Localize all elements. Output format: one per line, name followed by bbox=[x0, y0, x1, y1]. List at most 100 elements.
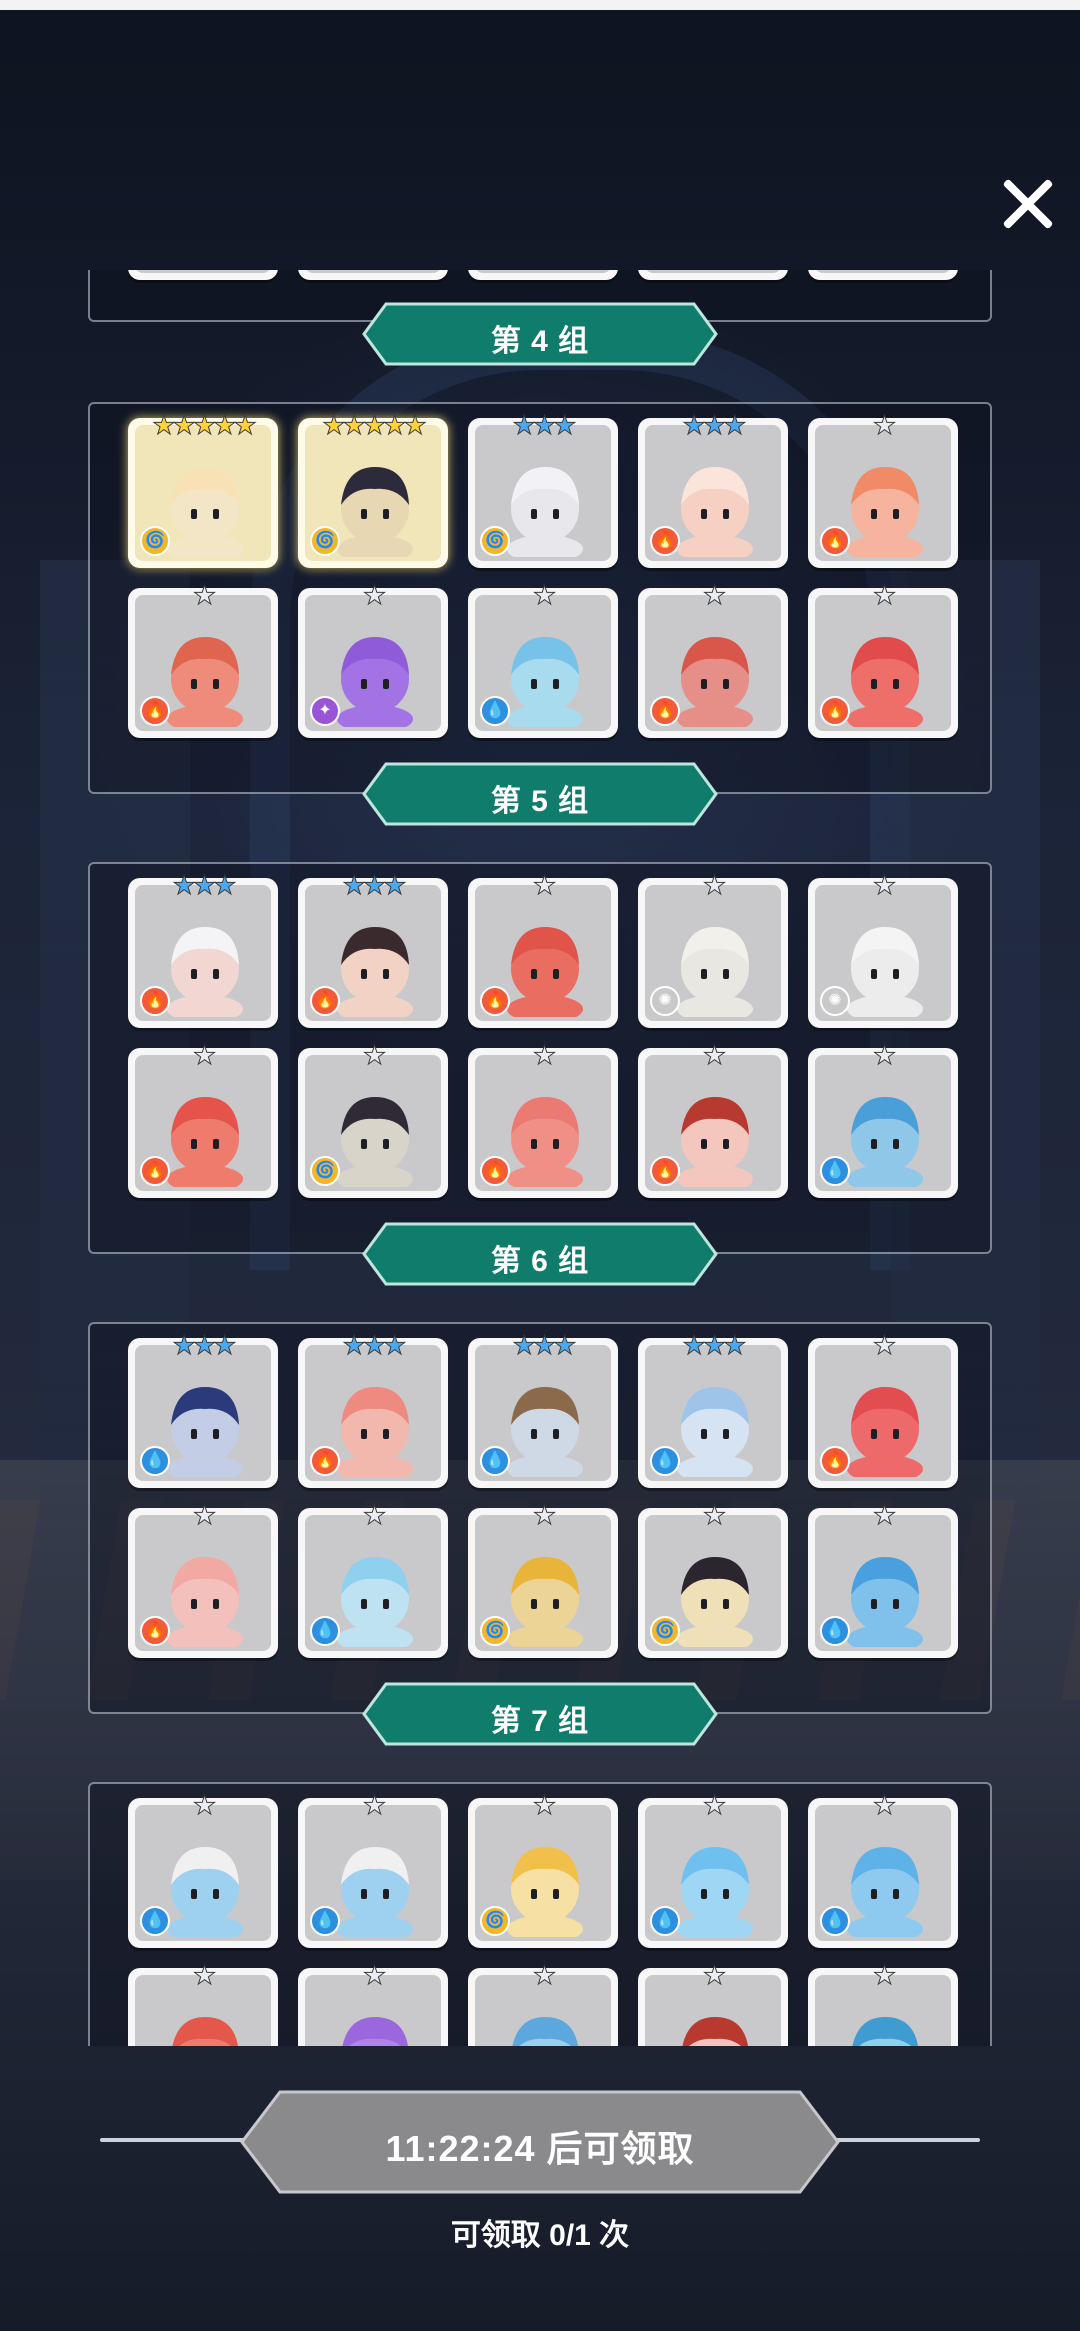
hero-portrait-icon bbox=[507, 1557, 583, 1647]
hero-slot[interactable]: ★✦ bbox=[298, 580, 448, 738]
hero-slot[interactable]: ★ ✺ bbox=[638, 870, 788, 1028]
hero-slot[interactable]: ★💧 bbox=[298, 1500, 448, 1658]
star-rating-icon: ★ bbox=[532, 1960, 556, 1991]
hero-slot[interactable]: ★ ✺ bbox=[808, 870, 958, 1028]
group-banner: 第 6 组 bbox=[362, 1222, 718, 1286]
hero-slot[interactable]: ★★★★★ 🌀 bbox=[128, 410, 278, 568]
star-rating-icon: ★ bbox=[872, 1960, 896, 1991]
hero-slot[interactable]: ★ 🌀 bbox=[468, 1500, 618, 1658]
hero-portrait-icon bbox=[337, 1557, 413, 1647]
hero-slot[interactable]: ★ 🌀 bbox=[298, 1040, 448, 1198]
group-list[interactable]: 第 4 组 ★★★★★ 🌀 ★★★★★ 🌀 ★★★ 🌀 ★★★ 🔥 ★ 🔥 ★ 🔥 ★ ✦ ★ 💧 ★ 🔥 ★ 🔥 第 5… bbox=[0, 270, 1080, 2046]
hero-slot[interactable]: ★★★ 💧 bbox=[468, 1330, 618, 1488]
hero-portrait-icon bbox=[337, 467, 413, 557]
hero-slot[interactable]: ★🔥 bbox=[128, 580, 278, 738]
hero-slot[interactable] bbox=[298, 270, 448, 280]
star-rating-icon: ★ bbox=[532, 870, 556, 901]
hero-slot[interactable]: ★ 🌀 bbox=[638, 1500, 788, 1658]
hero-slot[interactable]: ★💧 bbox=[468, 1960, 618, 2046]
group-panel: ★★★★★ 🌀 ★★★★★ 🌀 ★★★ 🌀 ★★★ 🔥 ★ 🔥 ★ 🔥 ★ ✦ ★ 💧 ★ 🔥 ★ 🔥 bbox=[88, 402, 992, 794]
hero-portrait-icon bbox=[847, 1387, 923, 1477]
water-element-icon: 💧 bbox=[140, 1906, 170, 1936]
hero-portrait-icon bbox=[682, 2017, 749, 2046]
hero-portrait-icon bbox=[677, 927, 753, 1017]
hero-slot[interactable]: ★🔥 bbox=[128, 1960, 278, 2046]
hero-slot[interactable]: ★🔥 bbox=[128, 1040, 278, 1198]
hero-slot[interactable] bbox=[638, 270, 788, 280]
hero-slot[interactable]: ★💧 bbox=[808, 1960, 958, 2046]
star-rating-icon: ★ bbox=[532, 1500, 556, 1531]
claim-button[interactable]: 11:22:24 后可领取 bbox=[240, 2090, 840, 2194]
hero-slot[interactable]: ★🔥 bbox=[638, 580, 788, 738]
hero-portrait-icon bbox=[507, 1387, 583, 1477]
hero-slot[interactable] bbox=[128, 270, 278, 280]
hero-portrait-icon bbox=[167, 1097, 243, 1187]
water-element-icon: 💧 bbox=[820, 1156, 850, 1186]
hero-slot[interactable]: ★💧 bbox=[298, 1790, 448, 1948]
hero-slot[interactable]: ★🔥 bbox=[808, 580, 958, 738]
fire-element-icon: 🔥 bbox=[650, 526, 680, 556]
hero-slot[interactable] bbox=[468, 270, 618, 280]
dark-element-icon: ✦ bbox=[310, 696, 340, 726]
group-banner: 第 5 组 bbox=[362, 762, 718, 826]
hero-slot[interactable]: ★★★ 🔥 bbox=[298, 870, 448, 1028]
hero-slot[interactable]: ★★★ 💧 bbox=[128, 1330, 278, 1488]
fire-element-icon: 🔥 bbox=[140, 1616, 170, 1646]
water-element-icon: 💧 bbox=[650, 1446, 680, 1476]
group-banner-label: 第 5 组 bbox=[490, 785, 590, 818]
star-rating-icon: ★ bbox=[702, 1040, 726, 1071]
wind-element-icon: 🌀 bbox=[480, 1906, 510, 1936]
hero-slot[interactable]: ★ 🌀 bbox=[468, 1790, 618, 1948]
hero-portrait-icon bbox=[507, 637, 583, 727]
hero-slot[interactable]: ★★★ 💧 bbox=[638, 1330, 788, 1488]
hero-slot[interactable]: ★💧 bbox=[808, 1040, 958, 1198]
star-rating-icon: ★ bbox=[192, 1960, 216, 1991]
light-element-icon: ✺ bbox=[820, 986, 850, 1016]
hero-slot[interactable]: ★★★ 🔥 bbox=[638, 410, 788, 568]
hero-slot[interactable]: ★🔥 bbox=[638, 1960, 788, 2046]
claim-count-text: 可领取 0/1 次 bbox=[450, 2219, 630, 2252]
hero-slot[interactable]: ★🔥 bbox=[468, 870, 618, 1028]
hero-slot[interactable]: ★★★ 🌀 bbox=[468, 410, 618, 568]
water-element-icon: 💧 bbox=[820, 1906, 850, 1936]
light-element-icon: ✺ bbox=[650, 986, 680, 1016]
hero-slot[interactable]: ★💧 bbox=[808, 1500, 958, 1658]
hero-portrait-icon bbox=[512, 2017, 579, 2046]
hero-portrait-icon bbox=[337, 1097, 413, 1187]
hero-slot[interactable]: ★★★ 🔥 bbox=[128, 870, 278, 1028]
group-banner-label: 第 7 组 bbox=[490, 1705, 590, 1738]
hero-slot[interactable]: ★🔥 bbox=[128, 1500, 278, 1658]
hero-slot[interactable]: ★💧 bbox=[638, 1790, 788, 1948]
star-rating-icon: ★ bbox=[362, 1790, 386, 1821]
hero-slot[interactable]: ★★★★★ 🌀 bbox=[298, 410, 448, 568]
hero-slot[interactable]: ★✦ bbox=[298, 1960, 448, 2046]
close-icon[interactable] bbox=[1000, 176, 1056, 232]
star-rating-icon: ★★★ bbox=[512, 1330, 577, 1361]
hero-slot[interactable] bbox=[808, 270, 958, 280]
hero-portrait-icon bbox=[677, 1557, 753, 1647]
hero-slot[interactable]: ★💧 bbox=[128, 1790, 278, 1948]
fire-element-icon: 🔥 bbox=[820, 696, 850, 726]
star-rating-icon: ★ bbox=[362, 1500, 386, 1531]
hero-slot[interactable]: ★💧 bbox=[468, 580, 618, 738]
claim-button-label: 11:22:24 后可领取 bbox=[385, 2128, 695, 2169]
hero-slot[interactable]: ★🔥 bbox=[638, 1040, 788, 1198]
hero-portrait-icon bbox=[847, 1097, 923, 1187]
star-rating-icon: ★★★ bbox=[682, 410, 747, 441]
water-element-icon: 💧 bbox=[650, 1906, 680, 1936]
hero-slot[interactable]: ★🔥 bbox=[808, 410, 958, 568]
star-rating-icon: ★ bbox=[872, 1500, 896, 1531]
hero-slot[interactable]: ★💧 bbox=[808, 1790, 958, 1948]
fire-element-icon: 🔥 bbox=[140, 1156, 170, 1186]
hero-slot[interactable]: ★🔥 bbox=[468, 1040, 618, 1198]
star-rating-icon: ★★★ bbox=[172, 1330, 237, 1361]
hero-slot[interactable]: ★🔥 bbox=[808, 1330, 958, 1488]
hero-portrait-icon bbox=[167, 1557, 243, 1647]
star-rating-icon: ★ bbox=[702, 870, 726, 901]
hero-slot[interactable]: ★★★ 🔥 bbox=[298, 1330, 448, 1488]
star-rating-icon: ★ bbox=[362, 1960, 386, 1991]
group-panel: ★★★ 💧 ★★★ 🔥 ★★★ 💧 ★★★ 💧 ★ 🔥 ★ 🔥 ★ 💧 ★ 🌀 ★ 🌀 ★ 💧 bbox=[88, 1322, 992, 1714]
hero-portrait-icon bbox=[847, 637, 923, 727]
star-rating-icon: ★ bbox=[532, 1040, 556, 1071]
group-banner: 第 4 组 bbox=[362, 302, 718, 366]
